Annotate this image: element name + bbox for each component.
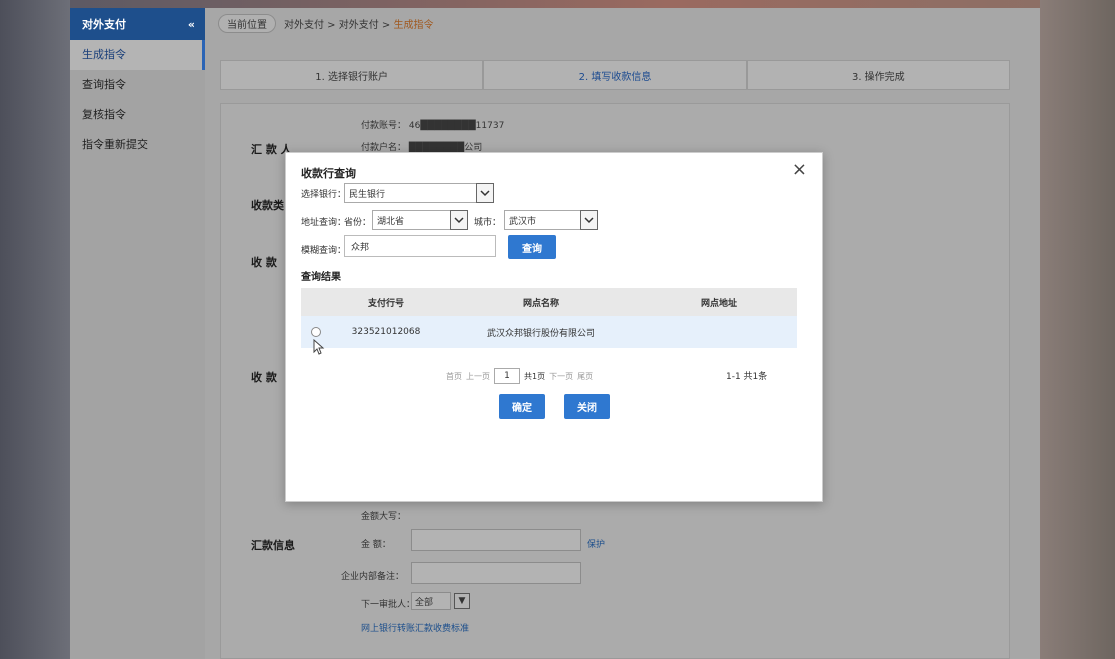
chevron-down-icon[interactable] bbox=[580, 210, 598, 230]
sidebar-item-review[interactable]: 复核指令 bbox=[70, 100, 205, 130]
fee-standard-link[interactable]: 网上银行转账汇款收费标准 bbox=[361, 621, 469, 634]
step-indicator: 1. 选择银行账户 2. 填写收款信息 3. 操作完成 bbox=[220, 60, 1010, 90]
frame-right bbox=[1040, 0, 1115, 659]
column-header-code: 支付行号 bbox=[367, 298, 404, 309]
pagination: 首页 上一页 1 共1页 下一页 尾页 bbox=[446, 367, 593, 385]
breadcrumb-current: 生成指令 bbox=[393, 19, 434, 31]
collapse-icon[interactable]: « bbox=[188, 18, 195, 31]
amount-input[interactable] bbox=[411, 529, 581, 551]
cell-code: 323521012068 bbox=[351, 327, 421, 337]
cell-name: 武汉众邦银行股份有限公司 bbox=[486, 328, 595, 339]
bank-select[interactable]: 民生银行 bbox=[344, 183, 494, 203]
step-label: 2. 填写收款信息 bbox=[578, 71, 652, 83]
mouse-cursor-icon bbox=[313, 339, 325, 355]
column-header-address: 网点地址 bbox=[700, 298, 737, 309]
sidebar-item-label: 复核指令 bbox=[82, 108, 126, 121]
row-radio[interactable] bbox=[311, 327, 321, 337]
section-label-3: 收 款 bbox=[251, 256, 277, 269]
next-approver-label: 下一审批人： bbox=[361, 600, 416, 610]
bank-select-label: 选择银行： bbox=[301, 190, 347, 200]
sidebar: 对外支付 « 生成指令 查询指令 复核指令 指令重新提交 bbox=[70, 8, 205, 659]
amount-protect-link[interactable]: 保护 bbox=[587, 537, 605, 550]
keyword-label: 模糊查询： bbox=[301, 246, 347, 256]
pager-prev[interactable]: 上一页 bbox=[466, 371, 490, 382]
close-icon[interactable]: × bbox=[792, 161, 807, 179]
page-number-input[interactable]: 1 bbox=[494, 368, 520, 384]
province-select[interactable]: 湖北省 bbox=[372, 210, 468, 230]
province-label: 省份： bbox=[344, 218, 372, 228]
pager-first[interactable]: 首页 bbox=[446, 371, 462, 382]
search-button[interactable]: 查询 bbox=[508, 235, 556, 259]
sidebar-item-label: 生成指令 bbox=[82, 48, 126, 61]
bank-search-dialog: 收款行查询 × 选择银行： 民生银行 地址查询： 省份： 湖北省 城市： 武汉市… bbox=[285, 152, 823, 502]
pager-next[interactable]: 下一页 bbox=[549, 371, 573, 382]
section-label-2: 收款类 bbox=[251, 199, 284, 212]
confirm-button[interactable]: 确定 bbox=[499, 394, 545, 419]
table-row[interactable]: 323521012068 武汉众邦银行股份有限公司 bbox=[301, 316, 797, 348]
remark-input[interactable] bbox=[411, 562, 581, 584]
sidebar-item-create[interactable]: 生成指令 bbox=[70, 40, 205, 70]
frame-top bbox=[0, 0, 1115, 8]
location-label: 地址查询： bbox=[301, 218, 347, 228]
sidebar-header[interactable]: 对外支付 « bbox=[70, 8, 205, 40]
breadcrumb-home[interactable]: 当前位置 bbox=[218, 13, 276, 33]
chevron-down-icon[interactable]: ▼ bbox=[454, 593, 470, 609]
account-number: 付款账号： 46████████11737 bbox=[361, 121, 505, 131]
close-button[interactable]: 关闭 bbox=[564, 394, 610, 419]
sidebar-item-label: 查询指令 bbox=[82, 78, 126, 91]
chevron-down-icon[interactable] bbox=[476, 183, 494, 203]
column-header-name: 网点名称 bbox=[522, 298, 559, 309]
keyword-value: 众邦 bbox=[351, 242, 370, 253]
dialog-title: 收款行查询 bbox=[301, 167, 356, 180]
sidebar-item-resubmit[interactable]: 指令重新提交 bbox=[70, 130, 205, 160]
close-button-label: 关闭 bbox=[577, 403, 597, 414]
frame-left bbox=[0, 0, 70, 659]
breadcrumb: 当前位置 对外支付 > 对外支付 > 生成指令 bbox=[210, 8, 1040, 38]
pager-last[interactable]: 尾页 bbox=[577, 371, 593, 382]
step-label: 1. 选择银行账户 bbox=[315, 71, 389, 83]
remark-label: 企业内部备注： bbox=[341, 572, 405, 582]
results-table: 支付行号 网点名称 网点地址 323521012068 武汉众邦银行股份有限公司 bbox=[301, 288, 797, 348]
step-2: 2. 填写收款信息 bbox=[483, 60, 747, 90]
sidebar-item-label: 指令重新提交 bbox=[82, 138, 148, 151]
chevron-down-icon[interactable] bbox=[450, 210, 468, 230]
pager-summary: 1-1 共1条 bbox=[726, 372, 768, 382]
province-select-value: 湖北省 bbox=[377, 216, 405, 227]
section-label-4: 收 款 bbox=[251, 371, 277, 384]
bank-select-value: 民生银行 bbox=[349, 189, 386, 200]
city-select[interactable]: 武汉市 bbox=[504, 210, 598, 230]
sidebar-header-label: 对外支付 bbox=[82, 18, 126, 31]
sidebar-item-query[interactable]: 查询指令 bbox=[70, 70, 205, 100]
breadcrumb-path: 对外支付 > 对外支付 > bbox=[284, 19, 394, 31]
step-3: 3. 操作完成 bbox=[746, 60, 1010, 90]
search-button-label: 查询 bbox=[522, 243, 542, 255]
remit-info-label: 汇款信息 bbox=[251, 539, 295, 552]
next-approver-select[interactable]: 全部 ▼ bbox=[411, 592, 470, 610]
step-label: 3. 操作完成 bbox=[851, 71, 905, 83]
results-label: 查询结果 bbox=[301, 272, 341, 283]
step-1: 1. 选择银行账户 bbox=[220, 60, 484, 90]
table-header: 支付行号 网点名称 网点地址 bbox=[301, 288, 797, 316]
keyword-input[interactable]: 众邦 bbox=[344, 235, 496, 257]
city-select-value: 武汉市 bbox=[509, 216, 537, 227]
confirm-button-label: 确定 bbox=[512, 403, 532, 414]
amount-caption: 金额大写： bbox=[361, 512, 407, 522]
amount-label: 金 额： bbox=[361, 540, 391, 550]
next-approver-value: 全部 bbox=[415, 597, 434, 608]
pager-total-pages: 共1页 bbox=[524, 371, 546, 381]
city-label: 城市： bbox=[474, 218, 502, 228]
